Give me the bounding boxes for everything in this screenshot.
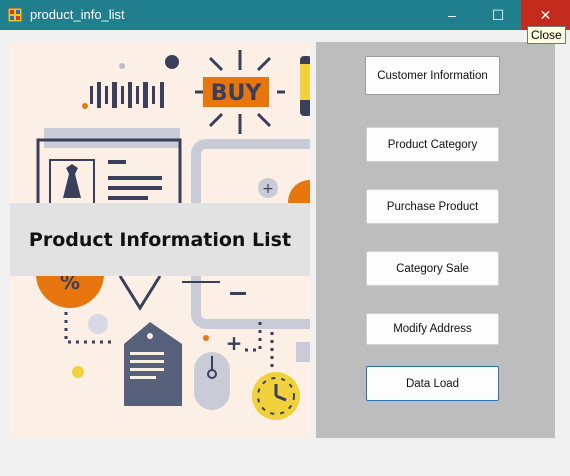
product-category-button[interactable]: Product Category [366, 127, 499, 162]
page-title-banner: Product Information List [10, 203, 310, 276]
data-load-button[interactable]: Data Load [366, 366, 499, 401]
hanger-icon [118, 275, 162, 311]
modify-address-label: Modify Address [393, 323, 472, 335]
title-bar: product_info_list – ☐ ✕ [0, 0, 570, 30]
customer-information-button[interactable]: Customer Information [365, 56, 500, 95]
data-load-label: Data Load [405, 377, 460, 390]
purchase-product-label: Purchase Product [386, 200, 479, 213]
category-sale-button[interactable]: Category Sale [366, 251, 499, 286]
clock-icon [252, 372, 300, 420]
product-category-label: Product Category [387, 138, 478, 151]
window-title: product_info_list [30, 7, 125, 22]
buy-label: BUY [211, 81, 263, 106]
category-sale-label: Category Sale [396, 262, 469, 275]
svg-text:+: + [262, 181, 274, 197]
page-title: Product Information List [28, 228, 292, 251]
close-icon: ✕ [539, 6, 552, 23]
buy-tag-icon: BUY [195, 50, 285, 134]
customer-information-label: Customer Information [377, 69, 488, 82]
minimize-button[interactable]: – [429, 0, 475, 30]
price-tag-icon [124, 322, 182, 406]
modify-address-button[interactable]: Modify Address [366, 313, 499, 345]
close-tooltip: Close [527, 26, 566, 44]
maximize-icon: ☐ [491, 6, 505, 23]
app-icon [8, 8, 22, 22]
maximize-button[interactable]: ☐ [475, 0, 521, 30]
svg-text:+: + [226, 331, 243, 355]
mouse-icon [194, 352, 230, 410]
barcode-icon [90, 82, 164, 108]
purchase-product-button[interactable]: Purchase Product [366, 189, 499, 224]
minimize-icon: – [448, 7, 456, 23]
